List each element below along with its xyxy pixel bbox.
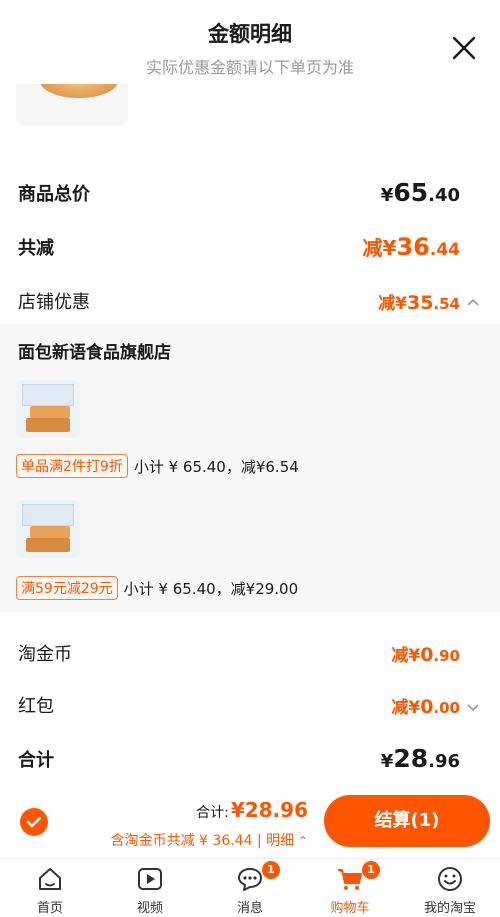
cart-icon	[338, 869, 362, 890]
profile-icon	[438, 867, 462, 891]
goods-total-label: 商品总价	[18, 183, 90, 205]
grand-total-row: 合计 ¥28.96	[18, 744, 460, 773]
checkout-bar: 合计: ¥28.96 含淘金币共减 ¥ 36.44 | 明细 ⌃ 结算(1)	[0, 782, 500, 858]
cart-badge: 1	[362, 861, 380, 879]
promo-line: 单品满2件打9折 小计 ¥ 65.40，减¥6.54	[16, 454, 299, 478]
close-button[interactable]	[448, 32, 480, 64]
store-name: 面包新语食品旗舰店	[18, 343, 171, 363]
tab-label: 视频	[136, 901, 163, 916]
red-packet-row[interactable]: 红包 减¥0.00	[18, 692, 460, 718]
savings-text: 含淘金币共减 ¥ 36.44	[110, 833, 253, 849]
grand-total-label: 合计	[18, 749, 54, 771]
product-thumbnail	[16, 84, 128, 126]
coins-value: 减¥0.90	[391, 643, 460, 666]
message-icon	[238, 868, 262, 891]
checkout-total-label: 合计:	[196, 805, 229, 821]
red-packet-label: 红包	[18, 696, 54, 717]
promo-subtotal: 小计 ¥ 65.40，减¥29.00	[123, 579, 299, 598]
page-title: 金额明细	[208, 22, 292, 46]
checkout-button[interactable]: 结算(1)	[324, 795, 490, 847]
check-icon	[26, 816, 42, 828]
goods-total-row: 商品总价 ¥65.40	[18, 178, 460, 207]
tab-label: 消息	[236, 901, 263, 916]
grand-total-value: ¥28.96	[380, 744, 460, 773]
detail-link[interactable]: 明细	[266, 833, 294, 849]
separator: |	[252, 833, 267, 849]
store-discount-value: 减¥35.54	[378, 291, 460, 314]
select-all-checkbox[interactable]	[20, 808, 48, 836]
total-discount-value: 减¥36.44	[362, 233, 460, 261]
store-discount-label: 店铺优惠	[18, 292, 90, 313]
bottom-tab-bar: 首页 视频 1 消息 1 购物车 我的淘宝	[0, 858, 500, 917]
tab-messages[interactable]: 1 消息	[200, 859, 300, 917]
promo-line: 满59元减29元 小计 ¥ 65.40，减¥29.00	[16, 576, 298, 600]
video-icon	[138, 868, 162, 890]
product-image	[16, 380, 80, 438]
coins-label: 淘金币	[18, 644, 72, 665]
tab-label: 我的淘宝	[423, 901, 476, 916]
tab-label: 购物车	[330, 901, 370, 916]
promo-tag: 单品满2件打9折	[16, 454, 128, 478]
promo-subtotal: 小计 ¥ 65.40，减¥6.54	[133, 457, 299, 476]
checkout-total-value: ¥28.96	[230, 798, 308, 822]
sheet-header: 金额明细 实际优惠金额请以下单页为准	[0, 0, 500, 90]
message-badge: 1	[262, 861, 280, 879]
close-icon	[452, 36, 476, 60]
chevron-up-icon: ⌃	[294, 834, 308, 848]
checkout-total: 合计: ¥28.96	[196, 798, 308, 822]
red-packet-value: 减¥0.00	[391, 695, 460, 718]
page-subtitle: 实际优惠金额请以下单页为准	[145, 58, 354, 77]
store-discount-detail: 面包新语食品旗舰店 单品满2件打9折 小计 ¥ 65.40，减¥6.54 满59…	[0, 324, 500, 612]
store-discount-row[interactable]: 店铺优惠 减¥35.54	[18, 288, 460, 314]
savings-line[interactable]: 含淘金币共减 ¥ 36.44 | 明细 ⌃	[111, 830, 308, 850]
coins-row: 淘金币 减¥0.90	[18, 640, 460, 666]
product-image	[16, 500, 80, 558]
tab-home[interactable]: 首页	[0, 859, 100, 917]
chevron-down-icon[interactable]	[466, 700, 480, 714]
goods-total-value: ¥65.40	[380, 178, 460, 207]
total-discount-label: 共减	[18, 237, 54, 259]
promo-tag: 满59元减29元	[16, 576, 118, 600]
total-discount-row: 共减 减¥36.44	[18, 232, 460, 261]
tab-profile[interactable]: 我的淘宝	[400, 859, 500, 917]
tab-video[interactable]: 视频	[100, 859, 200, 917]
chevron-up-icon[interactable]	[466, 296, 480, 310]
home-icon	[39, 868, 61, 890]
tab-label: 首页	[36, 901, 63, 916]
tab-cart[interactable]: 1 购物车	[300, 859, 400, 917]
